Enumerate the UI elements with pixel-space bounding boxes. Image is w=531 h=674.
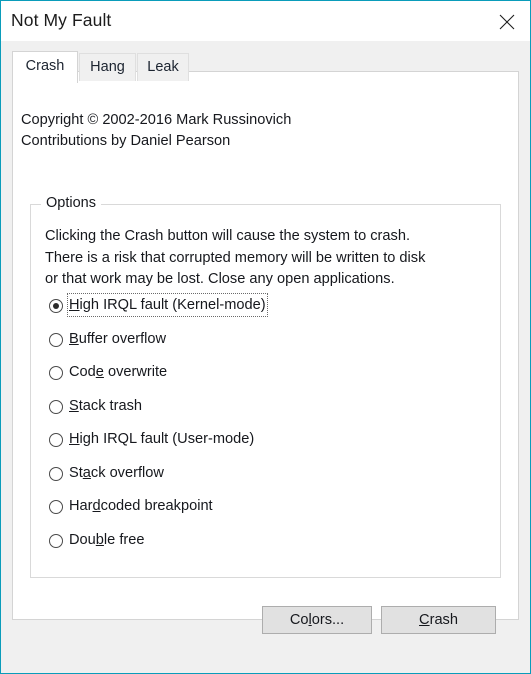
- radio-label: High IRQL fault (User-mode): [69, 431, 255, 447]
- radio-unchecked-icon: [49, 399, 63, 414]
- copyright-line-2: Contributions by Daniel Pearson: [21, 133, 231, 149]
- window-title: Not My Fault: [11, 10, 112, 30]
- radio-label: Buffer overflow: [69, 330, 167, 347]
- radio-label: Double free: [69, 531, 145, 548]
- radio-label: Code overwrite: [69, 364, 168, 380]
- title-bar: Not My Fault: [1, 1, 530, 41]
- options-description-line-2: There is a risk that corrupted memory wi…: [45, 249, 426, 266]
- close-button[interactable]: [484, 1, 530, 40]
- tab-crash[interactable]: Crash: [12, 51, 78, 83]
- dialog-body: Crash Hang Leak Copyright © 2002-2016 Ma…: [1, 41, 530, 673]
- radio-checked-icon: [49, 299, 63, 313]
- copyright-line-1: Copyright © 2002-2016 Mark Russinovich: [21, 112, 292, 128]
- radio-unchecked-icon: [49, 332, 63, 347]
- options-description: Clicking the Crash button will cause the…: [45, 226, 425, 291]
- radio-unchecked-icon: [49, 366, 63, 380]
- dialog-window: Not My Fault Crash Hang Leak Copyright ©…: [0, 0, 531, 674]
- radio-unchecked-icon: [49, 466, 63, 481]
- radio-unchecked-icon: [49, 533, 63, 548]
- colors-button[interactable]: Colors...: [262, 606, 372, 634]
- radio-label: Stack trash: [69, 397, 142, 414]
- options-group-label: Options: [41, 195, 101, 211]
- radio-label: Hardcoded breakpoint: [69, 498, 213, 514]
- radio-label: High IRQL fault (Kernel-mode): [67, 293, 268, 317]
- radio-unchecked-icon: [49, 500, 63, 514]
- radio-unchecked-icon: [49, 433, 63, 447]
- tab-leak[interactable]: Leak: [137, 53, 189, 81]
- tab-hang[interactable]: Hang: [79, 53, 136, 81]
- options-description-line-1: Clicking the Crash button will cause the…: [45, 228, 411, 244]
- radio-label: Stack overflow: [69, 464, 164, 481]
- copyright-block: Copyright © 2002-2016 Mark Russinovich C…: [21, 110, 291, 152]
- tab-strip: Crash Hang Leak: [12, 51, 512, 83]
- crash-button[interactable]: Crash: [381, 606, 496, 634]
- options-description-line-3: or that work may be lost. Close any open…: [45, 271, 395, 287]
